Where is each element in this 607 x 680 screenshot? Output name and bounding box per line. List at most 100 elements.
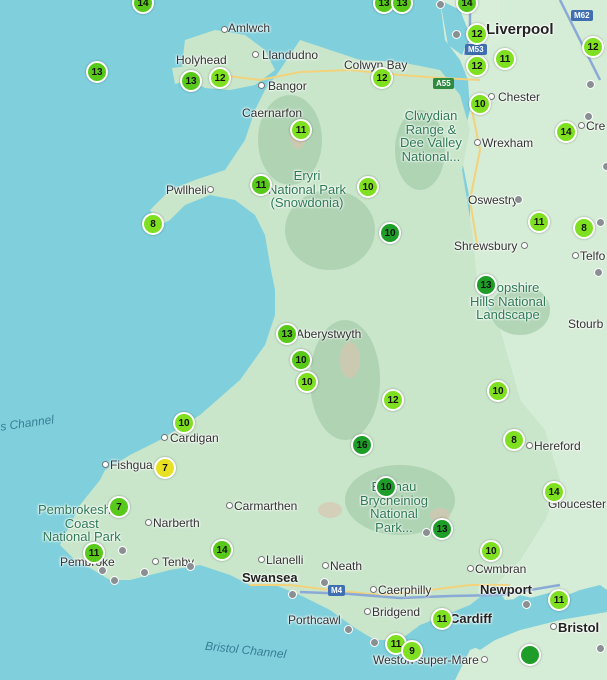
value-marker[interactable]: 14 <box>543 481 565 503</box>
city-dot-pwllheli <box>207 186 214 193</box>
location-pin[interactable] <box>370 638 379 647</box>
location-pin[interactable] <box>452 30 461 39</box>
label-amlwch: Amlwch <box>228 21 271 35</box>
value-marker[interactable]: 8 <box>573 217 595 239</box>
value-marker[interactable]: 10 <box>487 380 509 402</box>
location-pin[interactable] <box>118 546 127 555</box>
value-marker[interactable]: 12 <box>209 67 231 89</box>
value-marker[interactable]: 11 <box>83 542 105 564</box>
label-liverpool: Liverpool <box>486 21 554 38</box>
value-marker[interactable]: 12 <box>382 389 404 411</box>
value-marker[interactable]: 14 <box>555 121 577 143</box>
label-llanelli: Llanelli <box>266 553 304 567</box>
city-dot-caerphilly <box>370 586 377 593</box>
label-cwmbran: Cwmbran <box>475 562 527 576</box>
value-marker[interactable]: 8 <box>503 429 525 451</box>
label-fishguard: Fishgua <box>110 458 153 472</box>
city-dot-narberth <box>145 519 152 526</box>
label-chester: Chester <box>498 90 541 104</box>
location-pin[interactable] <box>186 562 195 571</box>
value-marker[interactable]: 11 <box>290 119 312 141</box>
label-telford: Telfo <box>580 249 606 263</box>
location-pin[interactable] <box>98 566 107 575</box>
location-pin[interactable] <box>522 600 531 609</box>
location-pin[interactable] <box>584 112 593 121</box>
label-crewe: Cre <box>586 119 606 133</box>
label-bridgend: Bridgend <box>372 605 421 619</box>
value-marker[interactable]: 10 <box>173 412 195 434</box>
value-marker[interactable]: 11 <box>431 608 453 630</box>
value-marker[interactable]: 11 <box>494 48 516 70</box>
value-marker[interactable]: 7 <box>108 496 130 518</box>
value-marker[interactable]: 7 <box>154 457 176 479</box>
label-clwydian-range: Clwydian Range & Dee Valley National... <box>400 108 462 164</box>
label-aberystwyth: Aberystwyth <box>296 327 362 341</box>
location-pin[interactable] <box>514 195 523 204</box>
value-marker[interactable]: 10 <box>469 93 491 115</box>
label-llandudno: Llandudno <box>262 48 319 62</box>
location-pin[interactable] <box>602 162 607 171</box>
value-marker[interactable]: 16 <box>351 434 373 456</box>
city-dot-cardigan <box>161 434 168 441</box>
value-marker[interactable]: 10 <box>290 349 312 371</box>
value-marker[interactable]: 11 <box>528 211 550 233</box>
value-marker[interactable]: 8 <box>142 213 164 235</box>
road-shield-m53: M53 <box>465 44 487 55</box>
value-marker[interactable]: 10 <box>480 540 502 562</box>
value-marker[interactable]: 9 <box>401 640 423 662</box>
value-marker[interactable]: 13 <box>180 70 202 92</box>
location-pin[interactable] <box>288 590 297 599</box>
label-bristol: Bristol <box>558 620 600 635</box>
road-shield-m62: M62 <box>571 10 593 21</box>
map-canvas[interactable]: Liverpool Amlwch Holyhead Llandudno Colw… <box>0 0 607 680</box>
value-marker[interactable]: 10 <box>357 176 379 198</box>
value-marker[interactable]: 11 <box>250 174 272 196</box>
value-marker[interactable]: 10 <box>296 371 318 393</box>
label-narberth: Narberth <box>153 516 200 530</box>
label-newport: Newport <box>480 582 532 597</box>
label-carmarthen: Carmarthen <box>234 499 298 513</box>
value-marker[interactable]: 12 <box>466 23 488 45</box>
label-caernarfon: Caernarfon <box>242 106 303 120</box>
location-pin[interactable] <box>586 80 595 89</box>
location-pin[interactable] <box>344 625 353 634</box>
label-wrexham: Wrexham <box>482 136 534 150</box>
label-cardigan: Cardigan <box>170 431 219 445</box>
value-marker[interactable]: 14 <box>211 539 233 561</box>
city-dot-bangor <box>258 82 265 89</box>
value-marker[interactable]: 10 <box>379 222 401 244</box>
location-pin[interactable] <box>320 578 329 587</box>
label-caerphilly: Caerphilly <box>378 583 432 597</box>
city-dot-fishguard <box>102 461 109 468</box>
value-marker[interactable]: 13 <box>276 323 298 345</box>
city-dot-neath <box>322 562 329 569</box>
city-dot-tenby <box>152 558 159 565</box>
location-pin[interactable] <box>422 528 431 537</box>
location-pin[interactable] <box>596 218 605 227</box>
value-marker[interactable] <box>519 644 541 666</box>
location-pin[interactable] <box>140 568 149 577</box>
location-pin[interactable] <box>594 268 603 277</box>
city-dot-wrexham <box>474 139 481 146</box>
location-pin[interactable] <box>596 644 605 653</box>
value-marker[interactable]: 13 <box>475 274 497 296</box>
value-marker[interactable]: 12 <box>582 36 604 58</box>
value-marker[interactable]: 10 <box>375 476 397 498</box>
label-stourbridge: Stourb <box>568 317 604 331</box>
label-neath: Neath <box>330 559 363 573</box>
city-dot-weston <box>481 656 488 663</box>
value-marker[interactable]: 12 <box>466 55 488 77</box>
label-hereford: Hereford <box>534 439 581 453</box>
value-marker[interactable]: 13 <box>431 518 453 540</box>
city-dot-amlwch <box>221 26 228 33</box>
value-marker[interactable]: 13 <box>86 61 108 83</box>
label-eryri-national-park: Eryri National Park (Snowdonia) <box>268 168 347 211</box>
value-marker[interactable]: 12 <box>371 67 393 89</box>
location-pin[interactable] <box>110 576 119 585</box>
city-dot-hereford <box>526 442 533 449</box>
value-marker[interactable]: 11 <box>548 589 570 611</box>
city-dot-llandudno <box>252 51 259 58</box>
city-dot-bristol <box>550 623 557 630</box>
city-dot-shrewsbury <box>521 242 528 249</box>
location-pin[interactable] <box>436 0 445 9</box>
